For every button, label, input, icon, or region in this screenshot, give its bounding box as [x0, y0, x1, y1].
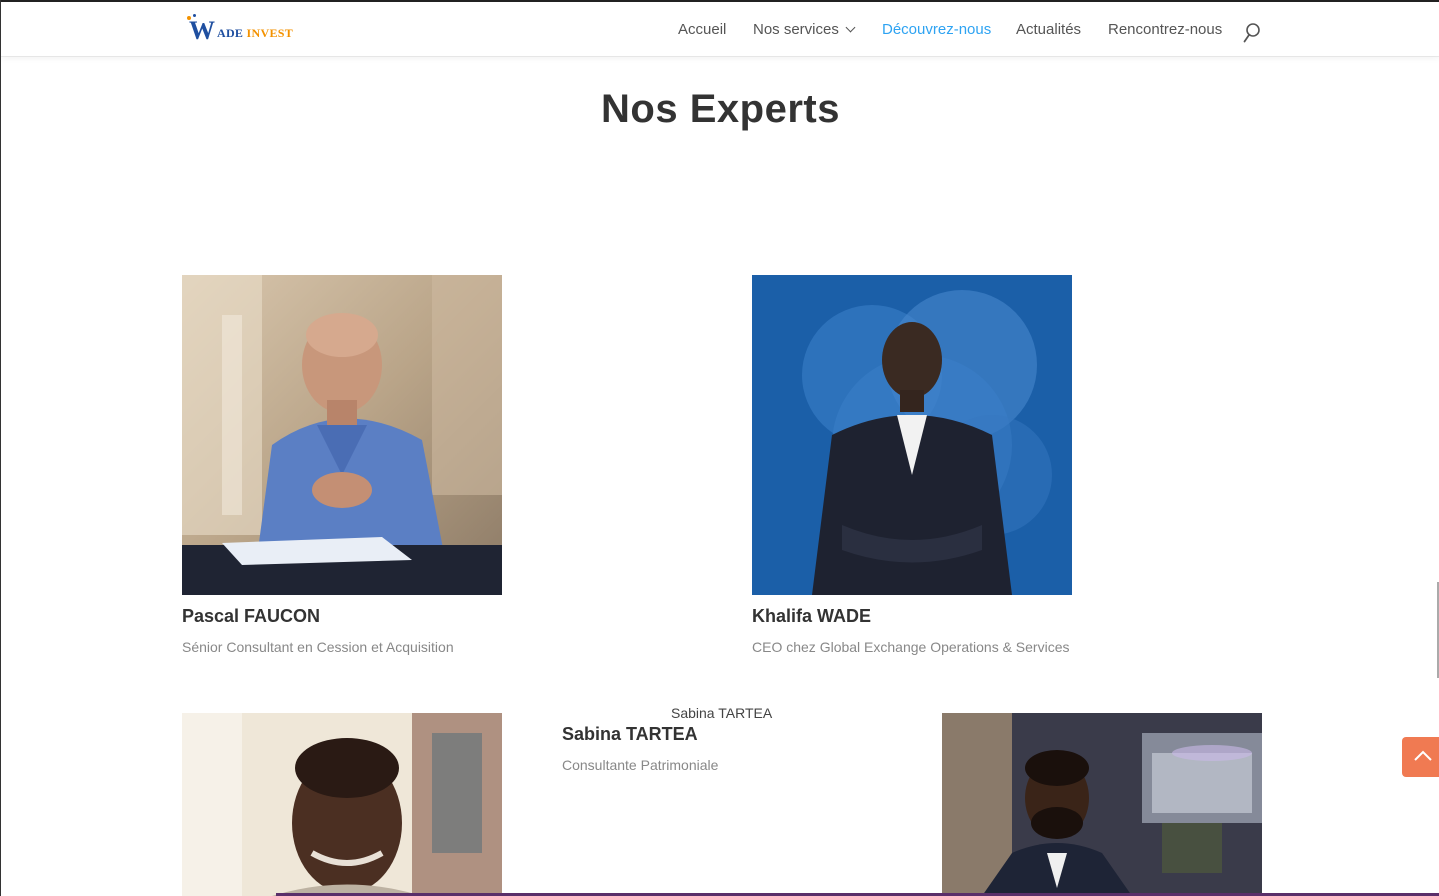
- expert-name: Pascal FAUCON: [182, 606, 321, 626]
- back-to-top-button[interactable]: [1402, 737, 1439, 777]
- section-title: Nos Experts: [601, 86, 840, 131]
- nav-item-label: Nos services: [753, 21, 839, 38]
- nav-item-nos-services[interactable]: Nos services: [753, 21, 856, 38]
- expert-photo-3: [182, 713, 502, 896]
- logo-mark: W: [187, 14, 215, 45]
- page: W ADE INVEST Accueil Nos services Découv…: [0, 0, 1439, 896]
- expert-role: Sénior Consultant en Cession et Acquisit…: [182, 639, 454, 655]
- expert-role: Consultante Patrimoniale: [562, 757, 719, 773]
- expert-photo-4: [942, 713, 1262, 896]
- expert-role: CEO chez Global Exchange Operations & Se…: [752, 639, 1070, 655]
- nav-item-decouvrez-nous[interactable]: Découvrez-nous: [882, 21, 991, 38]
- expert-photo-khalifa-wade: [752, 275, 1072, 595]
- chevron-down-icon: [845, 22, 856, 33]
- expert-photo-pascal-faucon: [182, 275, 502, 595]
- site-header: W ADE INVEST Accueil Nos services Découv…: [1, 2, 1439, 56]
- expert-name: Khalifa WADE: [752, 606, 872, 626]
- nav-item-actualites[interactable]: Actualités: [1016, 21, 1081, 38]
- site-logo[interactable]: W ADE INVEST: [187, 14, 294, 45]
- search-icon[interactable]: [1243, 23, 1261, 43]
- expert-name: Sabina TARTEA: [562, 724, 698, 744]
- nav-item-accueil[interactable]: Accueil: [678, 21, 726, 38]
- expert-image-tooltip: Sabina TARTEA: [671, 705, 773, 721]
- logo-wordmark: ADE INVEST: [217, 26, 294, 40]
- nav-item-rencontrez-nous[interactable]: Rencontrez-nous: [1108, 21, 1222, 38]
- chevron-up-icon: [1414, 750, 1432, 761]
